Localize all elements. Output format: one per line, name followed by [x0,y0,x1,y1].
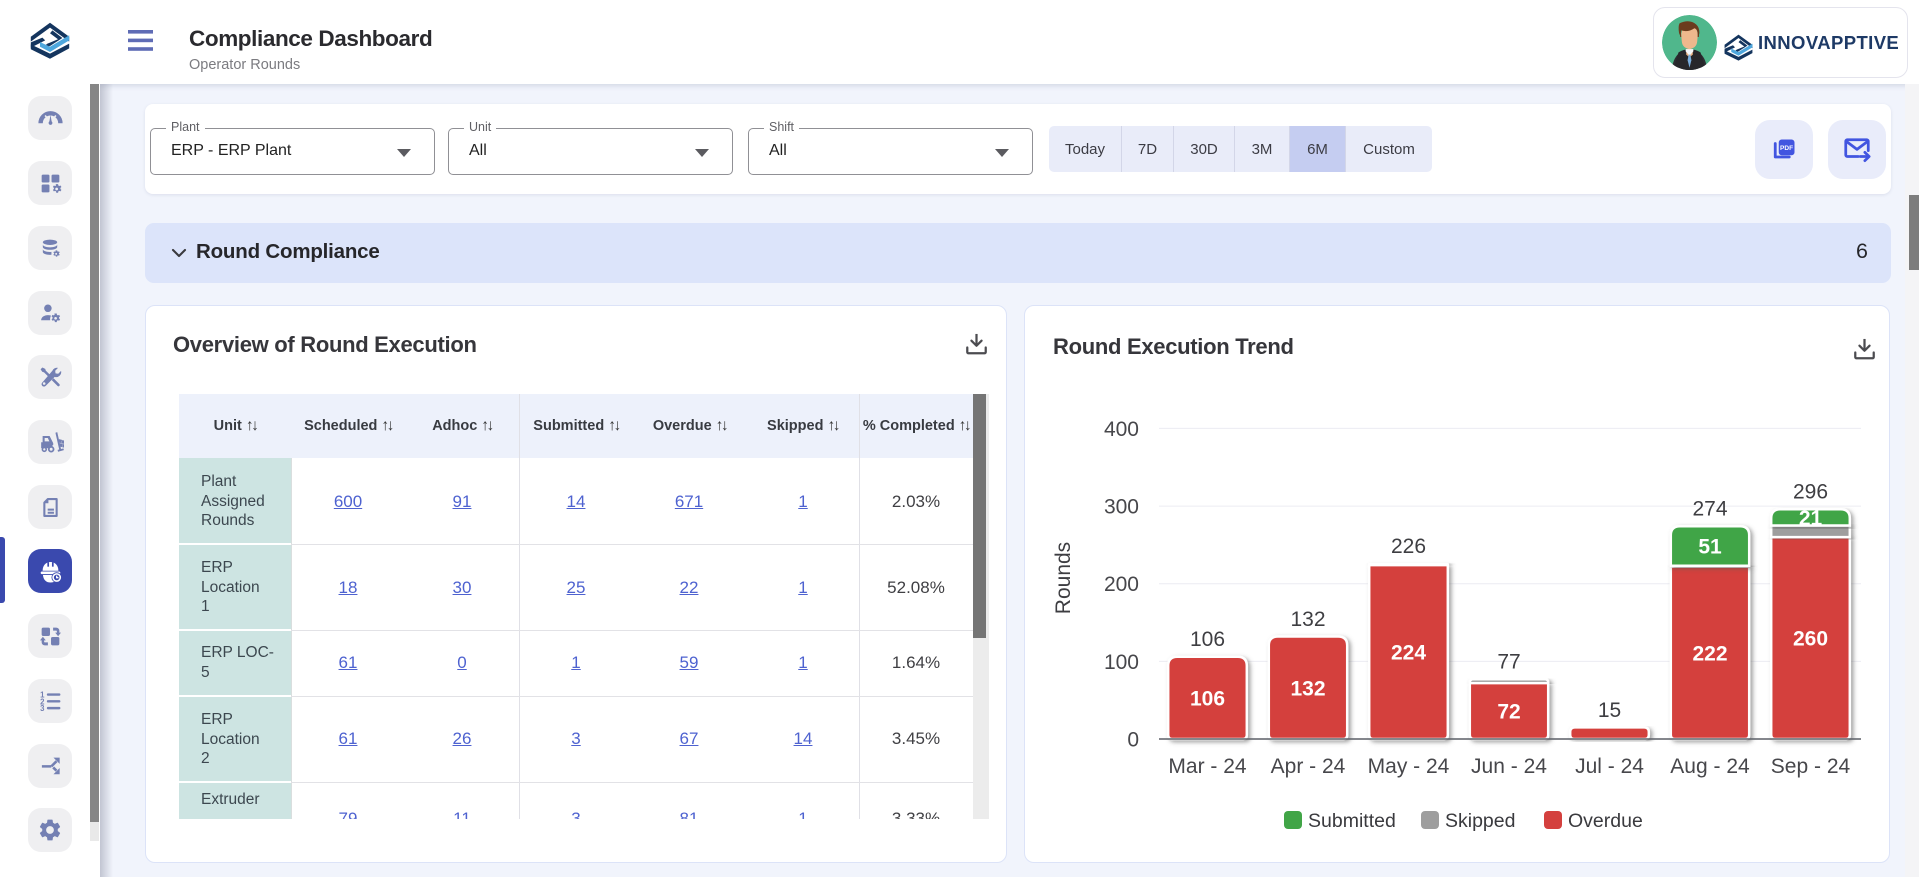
svg-text:Mar - 24: Mar - 24 [1168,755,1247,778]
svg-text:72: 72 [1497,701,1520,724]
svg-text:Jun - 24: Jun - 24 [1471,755,1547,778]
svg-text:Overdue: Overdue [1568,810,1643,832]
svg-text:3: 3 [40,704,45,713]
svg-text:0: 0 [1127,729,1139,752]
svg-text:132: 132 [1290,608,1325,631]
svg-text:260: 260 [1793,628,1828,651]
svg-text:106: 106 [1190,687,1225,710]
svg-text:296: 296 [1793,481,1828,504]
svg-text:132: 132 [1290,677,1325,700]
svg-text:21: 21 [1799,507,1823,530]
svg-text:77: 77 [1497,651,1520,674]
svg-text:PDF: PDF [1780,145,1793,152]
svg-text:May - 24: May - 24 [1368,755,1450,778]
svg-text:200: 200 [1104,573,1139,596]
svg-text:224: 224 [1391,642,1426,665]
svg-text:51: 51 [1698,536,1722,559]
svg-text:Rounds: Rounds [1052,542,1075,614]
svg-text:Jul - 24: Jul - 24 [1575,755,1644,778]
svg-text:100: 100 [1104,651,1139,674]
svg-text:Submitted: Submitted [1308,810,1396,832]
svg-text:226: 226 [1391,535,1426,558]
svg-text:300: 300 [1104,496,1139,519]
svg-text:15: 15 [1598,699,1621,722]
svg-text:106: 106 [1190,628,1225,651]
svg-text:Aug - 24: Aug - 24 [1670,755,1750,778]
svg-text:Sep - 24: Sep - 24 [1771,755,1851,778]
svg-text:Apr - 24: Apr - 24 [1271,755,1346,778]
svg-text:274: 274 [1692,498,1727,521]
svg-text:Skipped: Skipped [1445,810,1515,832]
svg-text:222: 222 [1692,642,1727,665]
svg-text:400: 400 [1104,418,1139,441]
